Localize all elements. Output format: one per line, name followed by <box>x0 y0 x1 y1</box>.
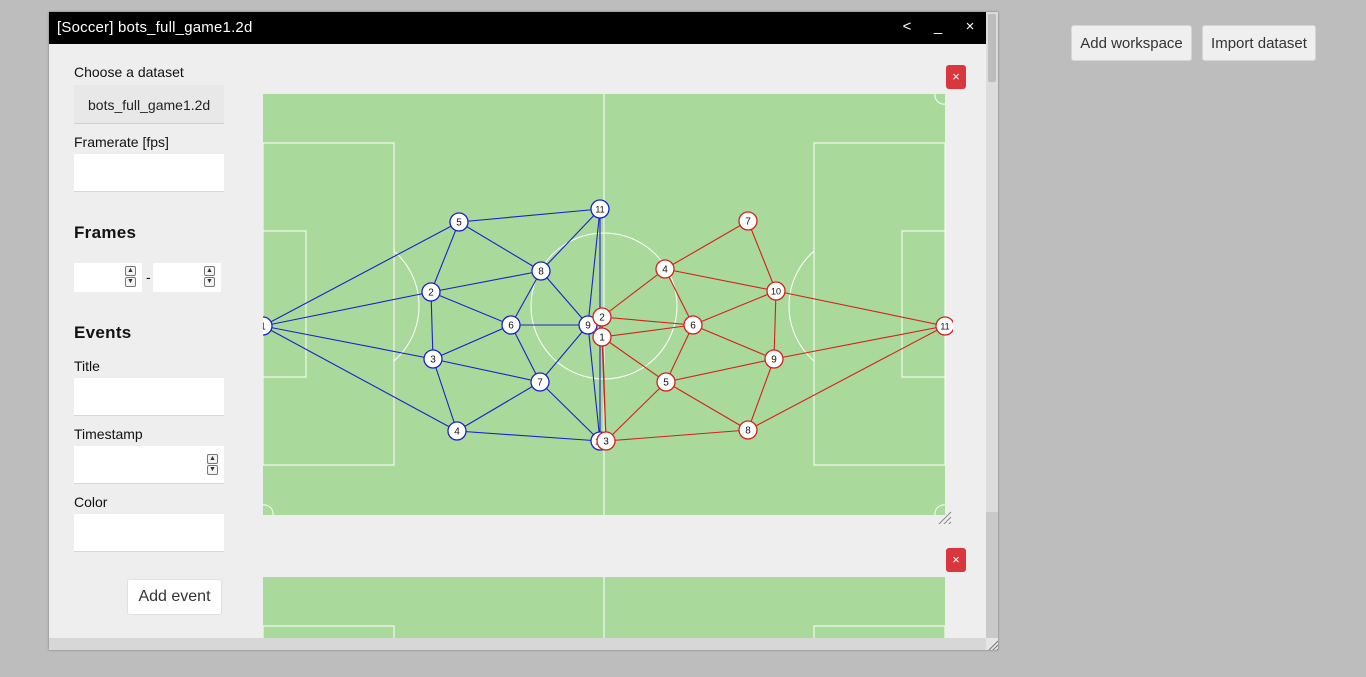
dataset-label: Choose a dataset <box>74 64 184 80</box>
red-player-label: 8 <box>745 426 751 437</box>
red-player-label: 4 <box>662 265 668 276</box>
minimize-button[interactable]: _ <box>928 18 948 35</box>
timestamp-spinner[interactable]: ▲ ▼ <box>207 454 218 476</box>
red-player-label: 9 <box>771 355 777 366</box>
horizontal-scrollbar[interactable] <box>49 638 986 650</box>
red-player-node[interactable]: 10 <box>766 281 786 301</box>
soccer-window: [Soccer] bots_full_game1.2d < _ × Choose… <box>49 12 998 650</box>
pitch-panel-2[interactable] <box>262 577 946 650</box>
frame-start-input[interactable]: ▲ ▼ <box>74 263 142 292</box>
red-player-label: 3 <box>603 437 609 448</box>
vertical-scroll-track <box>986 512 998 638</box>
blue-player-node[interactable]: 3 <box>423 349 443 369</box>
timestamp-input[interactable]: ▲ ▼ <box>74 446 224 484</box>
red-player-label: 1 <box>599 333 605 344</box>
vertical-scroll-thumb[interactable] <box>988 14 996 82</box>
dataset-select[interactable]: bots_full_game1.2d <box>74 85 224 124</box>
blue-player-label: 7 <box>537 378 543 389</box>
framerate-input[interactable] <box>74 154 224 192</box>
red-player-label: 10 <box>771 287 781 297</box>
blue-player-node[interactable]: 4 <box>447 421 467 441</box>
red-player-label: 2 <box>599 313 605 324</box>
window-resize-icon[interactable] <box>986 638 998 650</box>
blue-player-node[interactable]: 2 <box>421 282 441 302</box>
vertical-scrollbar[interactable] <box>986 12 998 638</box>
red-player-node[interactable]: 7 <box>738 211 758 231</box>
frames-heading: Frames <box>74 223 137 242</box>
event-title-label: Title <box>74 358 100 374</box>
dataset-selected-value: bots_full_game1.2d <box>88 97 211 113</box>
color-label: Color <box>74 494 108 510</box>
red-player-node[interactable]: 1 <box>592 327 612 347</box>
frame-start-spinner[interactable]: ▲ ▼ <box>125 266 136 288</box>
red-player-node[interactable]: 2 <box>592 307 612 327</box>
blue-player-label: 4 <box>454 427 460 438</box>
red-player-label: 6 <box>690 321 696 332</box>
back-button[interactable]: < <box>897 18 917 35</box>
frame-end-spinner[interactable]: ▲ ▼ <box>204 266 215 288</box>
pitch-svg-1[interactable]: 12345678910111234567891011 <box>253 93 955 527</box>
close-panel-1-button[interactable]: × <box>946 65 966 89</box>
blue-player-label: 9 <box>585 321 591 332</box>
blue-player-label: 5 <box>456 218 462 229</box>
blue-player-node[interactable]: 6 <box>501 315 521 335</box>
event-title-input[interactable] <box>74 378 224 416</box>
window-titlebar[interactable]: [Soccer] bots_full_game1.2d < _ × <box>49 12 986 44</box>
events-heading: Events <box>74 323 132 342</box>
red-player-label: 11 <box>940 322 949 332</box>
timestamp-label: Timestamp <box>74 426 143 442</box>
blue-player-node[interactable]: 11 <box>590 199 610 219</box>
event-color-input[interactable] <box>74 514 224 552</box>
pitch-panel-1[interactable]: 12345678910111234567891011 <box>253 93 955 529</box>
blue-player-label: 3 <box>430 355 436 366</box>
red-player-node[interactable]: 4 <box>655 259 675 279</box>
framerate-label: Framerate [fps] <box>74 134 169 150</box>
add-event-button[interactable]: Add event <box>127 579 222 615</box>
red-player-node[interactable]: 9 <box>764 349 784 369</box>
red-player-node[interactable]: 6 <box>683 315 703 335</box>
blue-player-label: 6 <box>508 321 514 332</box>
frames-separator: - <box>146 269 151 285</box>
blue-player-label: 11 <box>595 205 604 215</box>
pitch-svg-2[interactable] <box>262 577 946 650</box>
red-player-node[interactable]: 5 <box>656 372 676 392</box>
blue-player-node[interactable]: 7 <box>530 372 550 392</box>
blue-player-label: 2 <box>428 288 434 299</box>
blue-player-node[interactable]: 5 <box>449 212 469 232</box>
frame-end-input[interactable]: ▲ ▼ <box>153 263 221 292</box>
import-dataset-button[interactable]: Import dataset <box>1202 25 1316 61</box>
resize-grip-lines <box>988 640 998 650</box>
red-player-label: 7 <box>745 217 751 228</box>
red-player-label: 5 <box>663 378 669 389</box>
window-title: [Soccer] bots_full_game1.2d <box>57 19 253 36</box>
close-panel-2-button[interactable]: × <box>946 548 966 572</box>
close-window-button[interactable]: × <box>960 18 980 35</box>
red-player-node[interactable]: 8 <box>738 420 758 440</box>
blue-player-label: 1 <box>263 322 266 333</box>
blue-player-node[interactable]: 8 <box>531 261 551 281</box>
add-workspace-button[interactable]: Add workspace <box>1071 25 1192 61</box>
blue-player-label: 8 <box>538 267 544 278</box>
red-player-node[interactable]: 3 <box>596 431 616 451</box>
red-player-node[interactable]: 11 <box>935 316 955 336</box>
